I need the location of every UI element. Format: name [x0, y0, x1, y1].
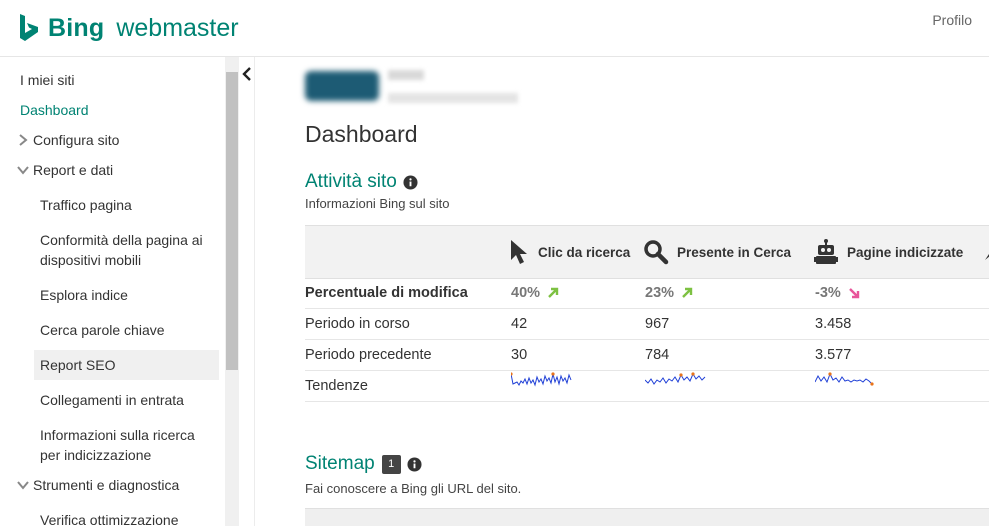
- chevron-down-icon: [16, 478, 30, 492]
- top-bar: Bing webmaster Profilo: [0, 0, 989, 57]
- product-name: webmaster: [116, 13, 239, 42]
- arrow-down-right-icon: [848, 288, 859, 299]
- bing-webmaster-logo[interactable]: Bing webmaster: [18, 10, 239, 46]
- row-label: Periodo precedente: [305, 347, 432, 363]
- column-pages-indexed: Pagine indicizzate: [813, 226, 963, 278]
- collapse-sidebar-button[interactable]: [240, 66, 254, 82]
- site-activity-title: Attività sito: [305, 171, 397, 192]
- cursor-icon: [511, 240, 527, 264]
- sitemap-count-badge: 1: [381, 454, 401, 474]
- info-icon[interactable]: [407, 456, 422, 472]
- column-more-indicator: [983, 226, 989, 278]
- sidebar-item-inbound-links[interactable]: Collegamenti in entrata: [40, 390, 205, 410]
- main-content: Dashboard Attività sito Informazioni Bin…: [255, 57, 989, 526]
- arrow-up-right-icon: [682, 287, 693, 298]
- column-search-clicks: Clic da ricerca: [508, 226, 630, 278]
- sidebar-item-optimization-check[interactable]: Verifica ottimizzazione: [40, 510, 205, 526]
- site-activity-subtitle: Informazioni Bing sul sito: [305, 196, 450, 211]
- sidebar-item-keyword-search[interactable]: Cerca parole chiave: [40, 320, 205, 340]
- partial-column-icon: [985, 254, 989, 260]
- profile-link[interactable]: Profilo: [932, 12, 972, 28]
- sidebar-item-seo-reports[interactable]: Report SEO: [34, 350, 219, 380]
- sidebar-item-crawl-information[interactable]: Informazioni sulla ricerca per indicizza…: [40, 425, 205, 465]
- table-row-current-period: Periodo in corso 42 967 3.458: [305, 309, 989, 340]
- current-appeared-in-search: 967: [645, 316, 670, 332]
- previous-search-clicks: 30: [511, 347, 528, 363]
- column-appeared-in-search: Presente in Cerca: [643, 226, 791, 278]
- row-label: Tendenze: [305, 378, 368, 394]
- bing-logo-icon: [20, 14, 38, 41]
- previous-pages-indexed: 3.577: [815, 347, 852, 363]
- sitemap-title: Sitemap: [305, 453, 375, 474]
- arrow-up-right-icon: [548, 287, 559, 298]
- sitemap-heading: Sitemap 1: [305, 453, 422, 475]
- table-row-change: Percentuale di modifica 40% 23% -3%: [305, 278, 989, 309]
- row-label: Percentuale di modifica: [305, 285, 468, 301]
- site-url-redacted: [388, 93, 518, 103]
- chevron-left-icon: [242, 67, 251, 81]
- row-label: Periodo in corso: [305, 316, 410, 332]
- sparkline-search-clicks: [509, 372, 572, 387]
- chevron-down-icon: [16, 163, 30, 177]
- sidebar-group-label: Strumenti e diagnostica: [33, 477, 180, 493]
- brand-name: Bing: [48, 13, 105, 42]
- sparkline-pages-indexed: [814, 372, 874, 386]
- sidebar-scrollbar-thumb[interactable]: [226, 72, 238, 370]
- sidebar-group-configure-site[interactable]: Configura sito: [16, 130, 119, 150]
- search-icon: [644, 240, 669, 265]
- sidebar-item-index-explorer[interactable]: Esplora indice: [40, 285, 205, 305]
- site-name-redacted: [388, 70, 424, 80]
- page-title: Dashboard: [305, 121, 418, 147]
- trend-appeared-in-search: [644, 371, 707, 401]
- sparkline-appeared-in-search: [644, 372, 706, 385]
- table-row-trends: Tendenze: [305, 371, 989, 402]
- site-logo-redacted: [305, 71, 379, 101]
- sidebar-group-reports-data[interactable]: Report e dati: [16, 160, 113, 180]
- sidebar-item-page-traffic[interactable]: Traffico pagina: [40, 195, 205, 215]
- sidebar-nav: I miei siti Dashboard Configura sito Rep…: [0, 57, 225, 526]
- change-appeared-in-search: 23%: [645, 278, 693, 308]
- sidebar-group-label: Configura sito: [33, 132, 120, 148]
- robot-icon: [814, 239, 838, 264]
- sidebar-item-my-sites[interactable]: I miei siti: [20, 70, 74, 90]
- site-activity-heading: Attività sito: [305, 171, 418, 193]
- sitemap-table-header: [305, 508, 989, 526]
- change-pages-indexed: -3%: [815, 278, 860, 308]
- trend-search-clicks: [509, 371, 573, 401]
- current-search-clicks: 42: [511, 316, 528, 332]
- sitemap-subtitle: Fai conoscere a Bing gli URL del sito.: [305, 481, 522, 496]
- trend-pages-indexed: [814, 371, 877, 401]
- sidebar-group-label: Report e dati: [33, 162, 114, 178]
- chevron-right-icon: [16, 133, 30, 147]
- table-row-previous-period: Periodo precedente 30 784 3.577: [305, 340, 989, 371]
- change-search-clicks: 40%: [511, 278, 559, 308]
- table-header: Clic da ricerca Presente in Cerca Pagine…: [305, 225, 989, 279]
- sidebar-item-mobile-friendliness[interactable]: Conformità della pagina ai dispositivi m…: [40, 230, 205, 270]
- previous-appeared-in-search: 784: [645, 347, 670, 363]
- info-icon[interactable]: [403, 174, 418, 190]
- current-pages-indexed: 3.458: [815, 316, 852, 332]
- sidebar-group-tools-diagnostics[interactable]: Strumenti e diagnostica: [16, 475, 179, 495]
- sidebar-item-dashboard[interactable]: Dashboard: [20, 100, 89, 120]
